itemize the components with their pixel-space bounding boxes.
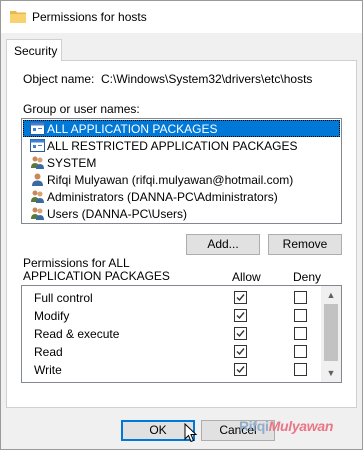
object-name-value: C:\Windows\System32\drivers\etc\hosts	[101, 72, 313, 86]
checkmark-icon	[236, 330, 245, 338]
permissions-scrollbar[interactable]: ▲ ▼	[321, 286, 341, 382]
allow-checkbox[interactable]	[234, 363, 247, 376]
permission-row: Read	[22, 343, 322, 361]
permission-row: Full control	[22, 289, 322, 307]
app-packages-icon	[30, 139, 45, 152]
permission-name: Full control	[34, 291, 93, 305]
scroll-up-icon[interactable]: ▲	[325, 289, 337, 301]
checkmark-icon	[236, 366, 245, 374]
group-names-label: Group or user names:	[23, 102, 140, 116]
title-bar: Permissions for hosts	[1, 1, 362, 33]
window-title: Permissions for hosts	[32, 10, 147, 24]
allow-checkbox[interactable]	[234, 309, 247, 322]
checkmark-icon	[236, 312, 245, 320]
allow-checkbox[interactable]	[234, 345, 247, 358]
permissions-dialog: Permissions for hosts Security Object na…	[0, 0, 363, 450]
object-name-label: Object name:	[23, 72, 95, 86]
list-item-label: Users (DANNA-PC\Users)	[47, 206, 188, 221]
deny-checkbox[interactable]	[294, 345, 307, 358]
users-group-icon	[31, 207, 44, 220]
mouse-cursor-icon	[184, 423, 198, 443]
permissions-label: Permissions for ALL APPLICATION PACKAGES	[23, 257, 170, 283]
list-item-label: Rifqi Mulyawan (rifqi.mulyawan@hotmail.c…	[47, 172, 294, 187]
allow-checkbox[interactable]	[234, 291, 247, 304]
list-item[interactable]: Rifqi Mulyawan (rifqi.mulyawan@hotmail.c…	[23, 171, 340, 188]
list-item[interactable]: ALL RESTRICTED APPLICATION PACKAGES	[23, 137, 340, 154]
deny-checkbox[interactable]	[294, 327, 307, 340]
deny-checkbox[interactable]	[294, 309, 307, 322]
scrollbar-thumb[interactable]	[324, 304, 338, 361]
list-item[interactable]: ALL APPLICATION PACKAGES	[23, 120, 340, 137]
users-group-icon	[31, 190, 44, 203]
deny-column-header: Deny	[293, 270, 322, 284]
permission-row: Write	[22, 361, 322, 379]
list-item[interactable]: Users (DANNA-PC\Users)	[23, 205, 340, 222]
watermark-part2: Mulyawan	[268, 418, 334, 434]
add-button[interactable]: Add...	[186, 234, 260, 255]
permission-row: Modify	[22, 307, 322, 325]
folder-icon	[10, 11, 26, 23]
list-item[interactable]: SYSTEM	[23, 154, 340, 171]
tab-security[interactable]: Security	[6, 39, 62, 61]
checkmark-icon	[236, 348, 245, 356]
deny-checkbox[interactable]	[294, 291, 307, 304]
users-group-icon	[31, 156, 44, 169]
list-item-label: Administrators (DANNA-PC\Administrators)	[47, 189, 278, 204]
list-item-label: SYSTEM	[47, 155, 97, 170]
list-item-label: ALL RESTRICTED APPLICATION PACKAGES	[47, 138, 298, 153]
permissions-label-line2: APPLICATION PACKAGES	[23, 269, 170, 283]
permission-name: Write	[34, 363, 62, 377]
list-item-label: ALL APPLICATION PACKAGES	[47, 121, 218, 136]
permission-name: Read	[34, 345, 63, 359]
allow-checkbox[interactable]	[234, 327, 247, 340]
watermark-part1: Rifqi	[239, 418, 269, 434]
remove-button[interactable]: Remove	[268, 234, 342, 255]
permission-row: Read & execute	[22, 325, 322, 343]
group-user-list[interactable]: ALL APPLICATION PACKAGES ALL RESTRICTED …	[21, 118, 342, 224]
permission-name: Modify	[34, 309, 70, 323]
app-packages-icon	[30, 122, 45, 135]
list-item[interactable]: Administrators (DANNA-PC\Administrators)	[23, 188, 340, 205]
checkmark-icon	[236, 294, 245, 302]
watermark: RifqiMulyawan	[239, 418, 333, 434]
allow-column-header: Allow	[232, 270, 261, 284]
scroll-down-icon[interactable]: ▼	[325, 367, 337, 379]
user-icon	[32, 173, 43, 186]
permissions-list: Full control Modify Read & execute Read	[21, 285, 342, 383]
deny-checkbox[interactable]	[294, 363, 307, 376]
permission-name: Read & execute	[34, 327, 120, 341]
